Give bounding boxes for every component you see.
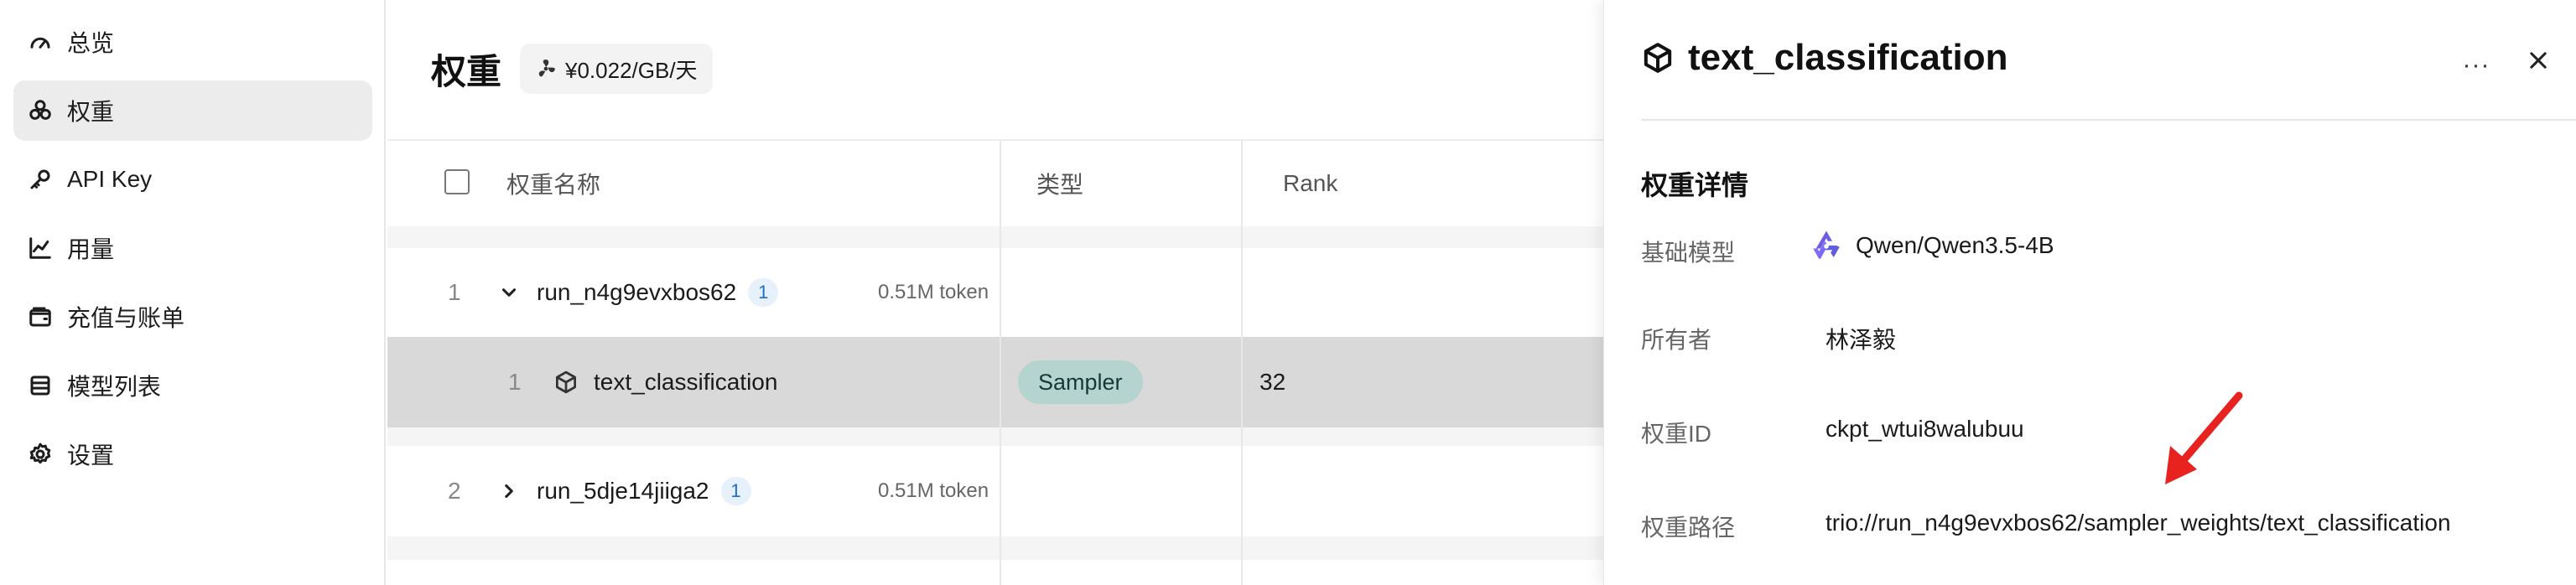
sidebar-item-label: 充值与账单 [67, 305, 185, 331]
sidebar-item-label: 权重 [67, 99, 115, 125]
token-count: 0.51M token [878, 479, 989, 502]
section-title: 权重详情 [1641, 170, 1749, 200]
row-index: 1 [448, 279, 461, 305]
weight-name: text_classification [594, 369, 778, 395]
type-pill: Sampler [1018, 360, 1143, 404]
drawer-divider [1641, 119, 2576, 121]
sidebar-item-settings[interactable]: 设置 [13, 424, 372, 484]
chevron-right-icon[interactable] [498, 446, 520, 536]
weights-icon [27, 97, 54, 124]
row-spacer [387, 226, 1603, 248]
sidebar-item-billing[interactable]: 充值与账单 [13, 287, 372, 347]
select-all-checkbox[interactable] [444, 169, 470, 194]
fan-icon [538, 60, 555, 77]
drawer-title: text_classification [1641, 37, 2008, 79]
token-count: 0.51M token [878, 281, 989, 303]
row-spacer [387, 536, 1603, 560]
field-value-owner: 林泽毅 [1826, 327, 1897, 353]
row-index: 1 [508, 369, 522, 395]
price-badge: ¥0.022/GB/天 [520, 44, 713, 94]
price-label: ¥0.022/GB/天 [565, 57, 698, 83]
count-badge: 1 [720, 477, 751, 505]
field-label-owner: 所有者 [1641, 327, 1712, 353]
sidebar-item-overview[interactable]: 总览 [13, 12, 372, 72]
type-cell: Sampler [1018, 337, 1143, 427]
count-badge: 1 [748, 278, 779, 307]
sidebar-item-label: 设置 [67, 443, 115, 469]
column-divider [1241, 141, 1243, 585]
line-chart-icon [27, 235, 54, 261]
column-divider [1000, 141, 1001, 585]
qwen-logo-icon [1813, 230, 1840, 259]
gear-icon [27, 441, 54, 468]
wallet-icon [27, 303, 54, 330]
sidebar: 总览 权重 API Key 用量 充值与账单 模型列表 设置 [0, 0, 386, 585]
column-header-type[interactable]: 类型 [1036, 141, 1083, 226]
field-value-weight-path[interactable]: trio://run_n4g9evxbos62/sampler_weights/… [1826, 510, 2451, 536]
main-panel: 权重 ¥0.022/GB/天 权重名称 类型 Rank 1 run_n4g9ev… [387, 0, 1603, 585]
group-name-cell: run_5dje14jiiga2 1 [537, 446, 751, 536]
field-label-weight-path: 权重路径 [1641, 515, 1736, 541]
sidebar-item-weights[interactable]: 权重 [13, 80, 372, 141]
key-icon [27, 166, 54, 193]
run-name: run_5dje14jiiga2 [537, 478, 709, 504]
close-icon[interactable] [2527, 49, 2560, 82]
cube-icon [553, 337, 579, 427]
page-title: 权重 [431, 52, 502, 91]
field-value-weight-id[interactable]: ckpt_wtui8walubuu [1826, 416, 2024, 443]
sidebar-item-api-key[interactable]: API Key [13, 149, 372, 210]
sidebar-item-label: 用量 [67, 236, 115, 262]
sidebar-item-label: 模型列表 [67, 374, 162, 400]
base-model-text: Qwen/Qwen3.5-4B [1856, 232, 2054, 258]
row-index: 2 [448, 478, 461, 504]
sidebar-item-label: 总览 [67, 30, 115, 56]
chevron-down-icon[interactable] [498, 248, 520, 337]
table-row[interactable]: 2 run_5dje14jiiga2 1 0.51M token [387, 446, 1603, 536]
rank-value: 32 [1259, 369, 1286, 395]
detail-drawer: text_classification ··· 权重详情 基础模型 Qwen/Q… [1603, 0, 2576, 585]
more-options-icon[interactable]: ··· [2458, 49, 2495, 82]
table-header: 权重名称 类型 Rank [387, 141, 1603, 226]
drawer-title-text: text_classification [1688, 37, 2008, 78]
sidebar-item-usage[interactable]: 用量 [13, 218, 372, 278]
field-value-base-model[interactable]: Qwen/Qwen3.5-4B [1809, 228, 2054, 263]
table-row-selected[interactable]: 1 text_classification Sampler 32 [387, 337, 1603, 427]
list-icon [27, 372, 54, 399]
field-label-weight-id: 权重ID [1641, 421, 1712, 447]
group-name-cell: run_n4g9evxbos62 1 [537, 248, 779, 337]
cube-icon [1644, 43, 1672, 73]
run-name: run_n4g9evxbos62 [537, 279, 737, 305]
sidebar-item-models[interactable]: 模型列表 [13, 355, 372, 416]
table-row[interactable]: 1 run_n4g9evxbos62 1 0.51M token [387, 248, 1603, 337]
column-header-rank[interactable]: Rank [1283, 141, 1337, 226]
column-header-name[interactable]: 权重名称 [506, 141, 600, 226]
sidebar-item-label: API Key [67, 166, 153, 192]
row-spacer [387, 427, 1603, 446]
gauge-icon [27, 28, 54, 55]
app-root: 总览 权重 API Key 用量 充值与账单 模型列表 设置 权重 ¥0.022… [0, 0, 2576, 585]
field-label-base-model: 基础模型 [1641, 240, 1736, 266]
